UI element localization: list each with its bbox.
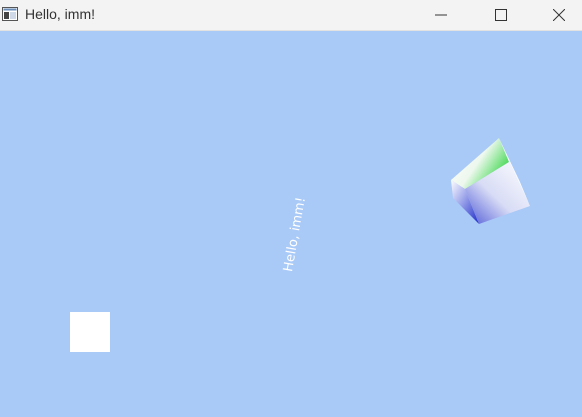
close-icon (553, 9, 565, 21)
close-button[interactable] (536, 0, 582, 30)
app-window: Hello, imm! Hello, imm! (0, 0, 582, 417)
white-square (70, 312, 110, 352)
rotated-hello-text: Hello, imm! (281, 196, 309, 273)
maximize-icon (495, 9, 507, 21)
render-viewport[interactable]: Hello, imm! (0, 31, 582, 417)
rotating-cube (451, 138, 530, 224)
title-bar[interactable]: Hello, imm! (0, 0, 582, 31)
minimize-button[interactable] (418, 0, 464, 30)
window-title: Hello, imm! (25, 6, 96, 22)
minimize-icon (435, 14, 447, 16)
maximize-button[interactable] (478, 0, 524, 30)
app-window-icon (2, 7, 18, 21)
